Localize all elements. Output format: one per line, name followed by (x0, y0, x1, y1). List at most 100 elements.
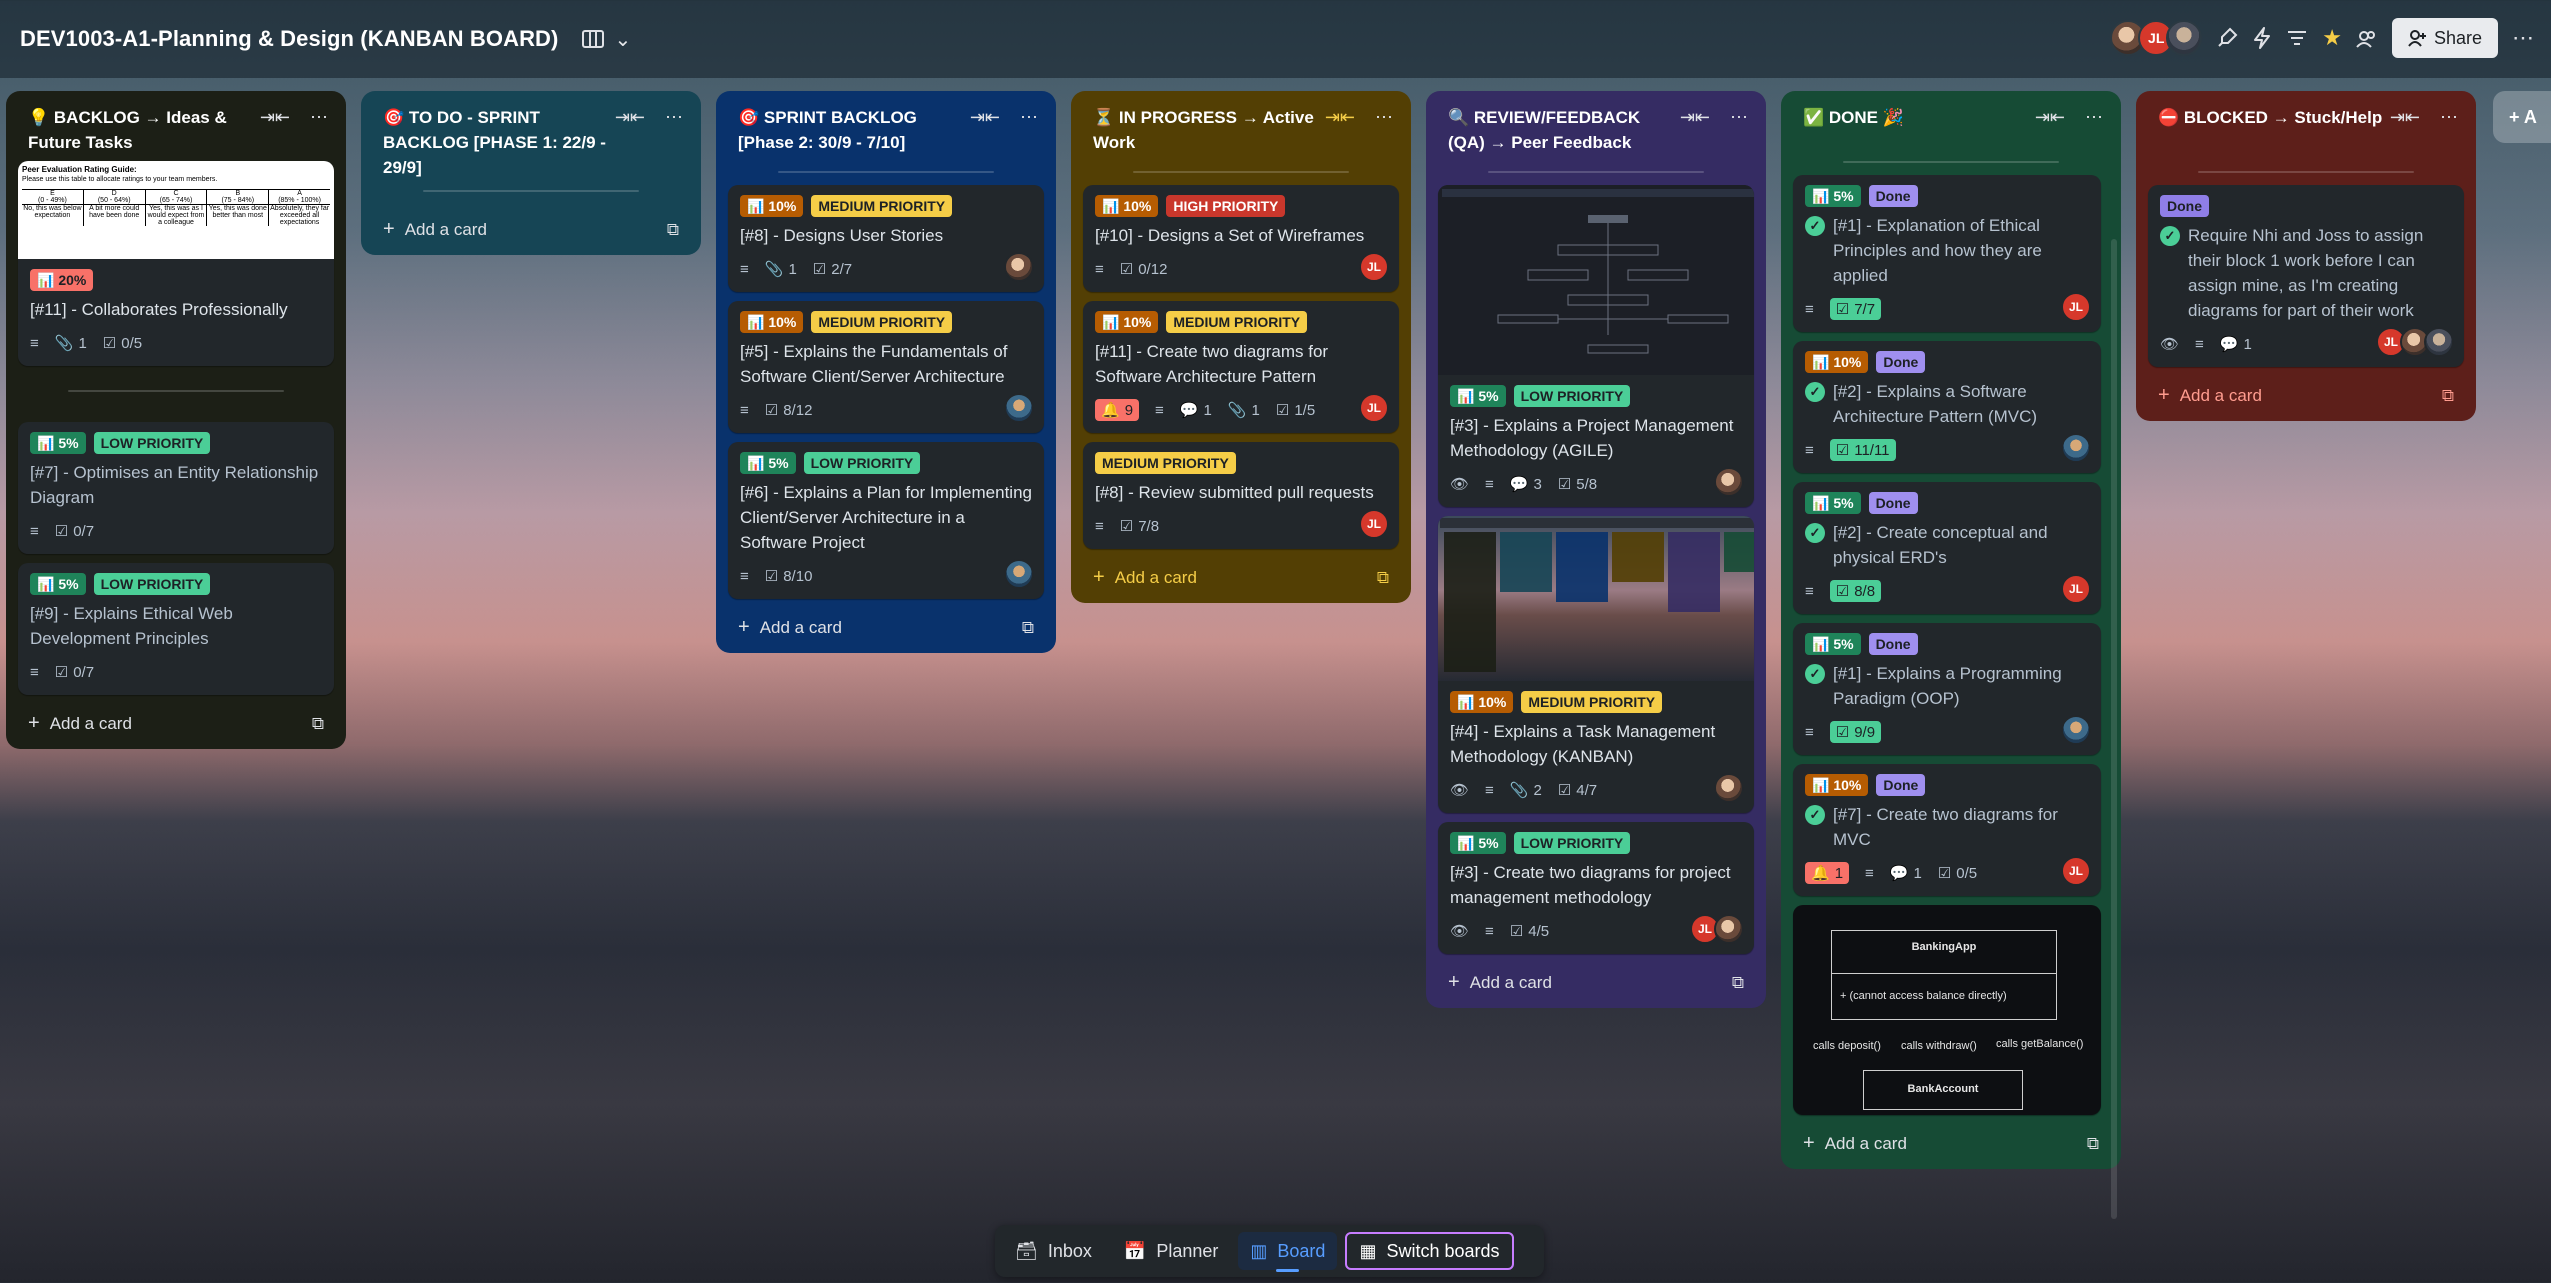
more-icon[interactable]: ⋯ (1020, 107, 1038, 128)
more-icon[interactable]: ⋯ (2440, 107, 2458, 128)
avatar[interactable] (1004, 393, 1034, 423)
label-priority[interactable]: LOW PRIORITY (803, 452, 921, 474)
card[interactable]: 📊 5% Done ✓ [#1] - Explanation of Ethical … (1793, 175, 2101, 332)
card[interactable]: 📊 5% LOW PRIORITY [#9] - Explains Ethical… (18, 563, 334, 695)
card[interactable]: 📊 5% LOW PRIORITY [#3] - Create two diagr… (1438, 822, 1754, 954)
card-template-icon[interactable]: ⧉ (1022, 618, 1034, 638)
card[interactable]: Peer Evaluation Rating Guide: Please use… (18, 161, 334, 366)
label-status[interactable]: Done (1876, 351, 1926, 373)
more-icon[interactable]: ⋯ (1375, 107, 1393, 128)
list-title[interactable]: ✅ DONE 🎉 (1803, 105, 1904, 130)
label-status[interactable]: Done (1868, 185, 1918, 207)
card[interactable]: 📊 10% MEDIUM PRIORITY [#8] - Designs User… (728, 185, 1044, 292)
add-card-button[interactable]: + Add a card ⧉ (728, 608, 1044, 641)
collapse-icon[interactable]: ⇥⇤ (2035, 107, 2065, 128)
label-weight[interactable]: 📊 10% (1450, 691, 1514, 713)
label-weight[interactable]: 📊 5% (1805, 492, 1861, 514)
star-icon[interactable]: ★ (2322, 25, 2342, 51)
card-template-icon[interactable]: ⧉ (1377, 568, 1389, 588)
label-weight[interactable]: 📊 10% (740, 195, 804, 217)
avatar[interactable]: JL (1359, 252, 1389, 282)
card[interactable]: 📊 10% MEDIUM PRIORITY [#4] - Explains a T… (1438, 516, 1754, 813)
list-title[interactable]: 💡 BACKLOG → Ideas & Future Tasks (28, 105, 258, 155)
add-card-button[interactable]: + Add a card ⧉ (373, 204, 689, 243)
avatar[interactable] (2061, 433, 2091, 463)
label-status[interactable]: Done (2160, 195, 2209, 217)
label-priority[interactable]: LOW PRIORITY (93, 432, 211, 454)
board-icon[interactable] (582, 30, 605, 48)
member-avatars[interactable]: JL (2110, 20, 2203, 56)
list-title[interactable]: 🔍 REVIEW/FEEDBACK (QA) → Peer Feedback (1448, 105, 1678, 155)
avatar[interactable] (1004, 559, 1034, 589)
label-weight[interactable]: 📊 10% (1095, 195, 1159, 217)
collapse-icon[interactable]: ⇥⇤ (260, 107, 290, 128)
avatar[interactable]: JL (2061, 292, 2091, 322)
label-weight[interactable]: 📊 5% (740, 452, 796, 474)
label-weight[interactable]: 📊 10% (1805, 351, 1869, 373)
add-card-button[interactable]: + Add a card ⧉ (1083, 558, 1399, 591)
avatar[interactable] (1714, 914, 1744, 944)
avatar[interactable]: JL (1359, 393, 1389, 423)
card-template-icon[interactable]: ⧉ (667, 220, 679, 240)
label-weight[interactable]: 📊 20% (30, 269, 94, 291)
collapse-icon[interactable]: ⇥⇤ (2390, 107, 2420, 128)
label-priority[interactable]: LOW PRIORITY (1513, 832, 1631, 854)
more-icon[interactable]: ⋯ (310, 107, 328, 128)
label-weight[interactable]: 📊 10% (1805, 774, 1869, 796)
visibility-icon[interactable] (2356, 27, 2378, 49)
avatar[interactable] (2166, 20, 2203, 56)
avatar[interactable] (2061, 715, 2091, 745)
card-template-icon[interactable]: ⧉ (312, 714, 324, 734)
avatar[interactable] (1004, 252, 1034, 282)
label-weight[interactable]: 📊 5% (1450, 385, 1506, 407)
avatar[interactable]: JL (1359, 509, 1389, 539)
avatar[interactable]: JL (2061, 856, 2091, 886)
label-priority[interactable]: MEDIUM PRIORITY (1166, 311, 1308, 333)
complete-check-icon[interactable]: ✓ (1805, 664, 1825, 684)
card[interactable]: 📊 10% HIGH PRIORITY [#10] - Designs a Set… (1083, 185, 1399, 292)
add-card-button[interactable]: + Add a card ⧉ (1793, 1124, 2109, 1157)
card[interactable]: 📊 10% MEDIUM PRIORITY [#5] - Explains the… (728, 301, 1044, 433)
complete-check-icon[interactable]: ✓ (2160, 226, 2180, 246)
label-priority[interactable]: LOW PRIORITY (93, 573, 211, 595)
list-title[interactable]: 🎯 TO DO - SPRINT BACKLOG [PHASE 1: 22/9 … (383, 105, 613, 180)
complete-check-icon[interactable]: ✓ (1805, 382, 1825, 402)
complete-check-icon[interactable]: ✓ (1805, 216, 1825, 236)
avatar[interactable]: JL (2061, 574, 2091, 604)
card-template-icon[interactable]: ⧉ (1732, 973, 1744, 993)
avatar[interactable] (1714, 773, 1744, 803)
automation-icon[interactable] (2252, 27, 2272, 49)
collapse-icon[interactable]: ⇥⇤ (970, 107, 1000, 128)
share-button[interactable]: Share (2391, 18, 2498, 58)
card-uml-diagram[interactable]: BankingApp + (cannot access balance dire… (1793, 905, 2101, 1115)
card[interactable]: 📊 5% LOW PRIORITY [#3] - Explains a Proje… (1438, 185, 1754, 507)
switch-boards-button[interactable]: ▦ Switch boards (1345, 1232, 1514, 1270)
inbox-button[interactable]: 🗃 Inbox (1003, 1232, 1104, 1270)
avatar[interactable] (1714, 467, 1744, 497)
board-button[interactable]: ▥ Board (1238, 1232, 1338, 1272)
more-icon[interactable]: ⋯ (665, 107, 683, 128)
more-icon[interactable]: ⋯ (2085, 107, 2103, 128)
board-title[interactable]: DEV1003-A1-Planning & Design (KANBAN BOA… (20, 26, 558, 52)
label-priority[interactable]: HIGH PRIORITY (1166, 195, 1286, 217)
planner-button[interactable]: 📅 Planner (1112, 1232, 1230, 1270)
list-scrollbar[interactable] (2111, 239, 2117, 1219)
label-weight[interactable]: 📊 5% (30, 432, 86, 454)
card[interactable]: 📊 5% LOW PRIORITY [#6] - Explains a Plan … (728, 442, 1044, 599)
add-card-button[interactable]: + Add a card ⧉ (2148, 376, 2464, 409)
label-weight[interactable]: 📊 10% (1095, 311, 1159, 333)
chevron-down-icon[interactable]: ⌄ (614, 27, 631, 52)
power-ups-icon[interactable] (2216, 27, 2238, 49)
label-priority[interactable]: MEDIUM PRIORITY (811, 311, 953, 333)
complete-check-icon[interactable]: ✓ (1805, 523, 1825, 543)
card-template-icon[interactable]: ⧉ (2087, 1134, 2099, 1154)
list-title[interactable]: 🎯 SPRINT BACKLOG [Phase 2: 30/9 - 7/10] (738, 105, 968, 155)
label-priority[interactable]: LOW PRIORITY (1513, 385, 1631, 407)
label-weight[interactable]: 📊 5% (30, 573, 86, 595)
more-icon[interactable]: ⋯ (1730, 107, 1748, 128)
card[interactable]: 📊 10% MEDIUM PRIORITY [#11] - Create two … (1083, 301, 1399, 433)
label-weight[interactable]: 📊 5% (1450, 832, 1506, 854)
card[interactable]: Done ✓ Require Nhi and Joss to assign the… (2148, 185, 2464, 367)
label-priority[interactable]: MEDIUM PRIORITY (1095, 452, 1236, 474)
card[interactable]: 📊 10% Done ✓ [#7] - Create two diagrams fo… (1793, 764, 2101, 896)
